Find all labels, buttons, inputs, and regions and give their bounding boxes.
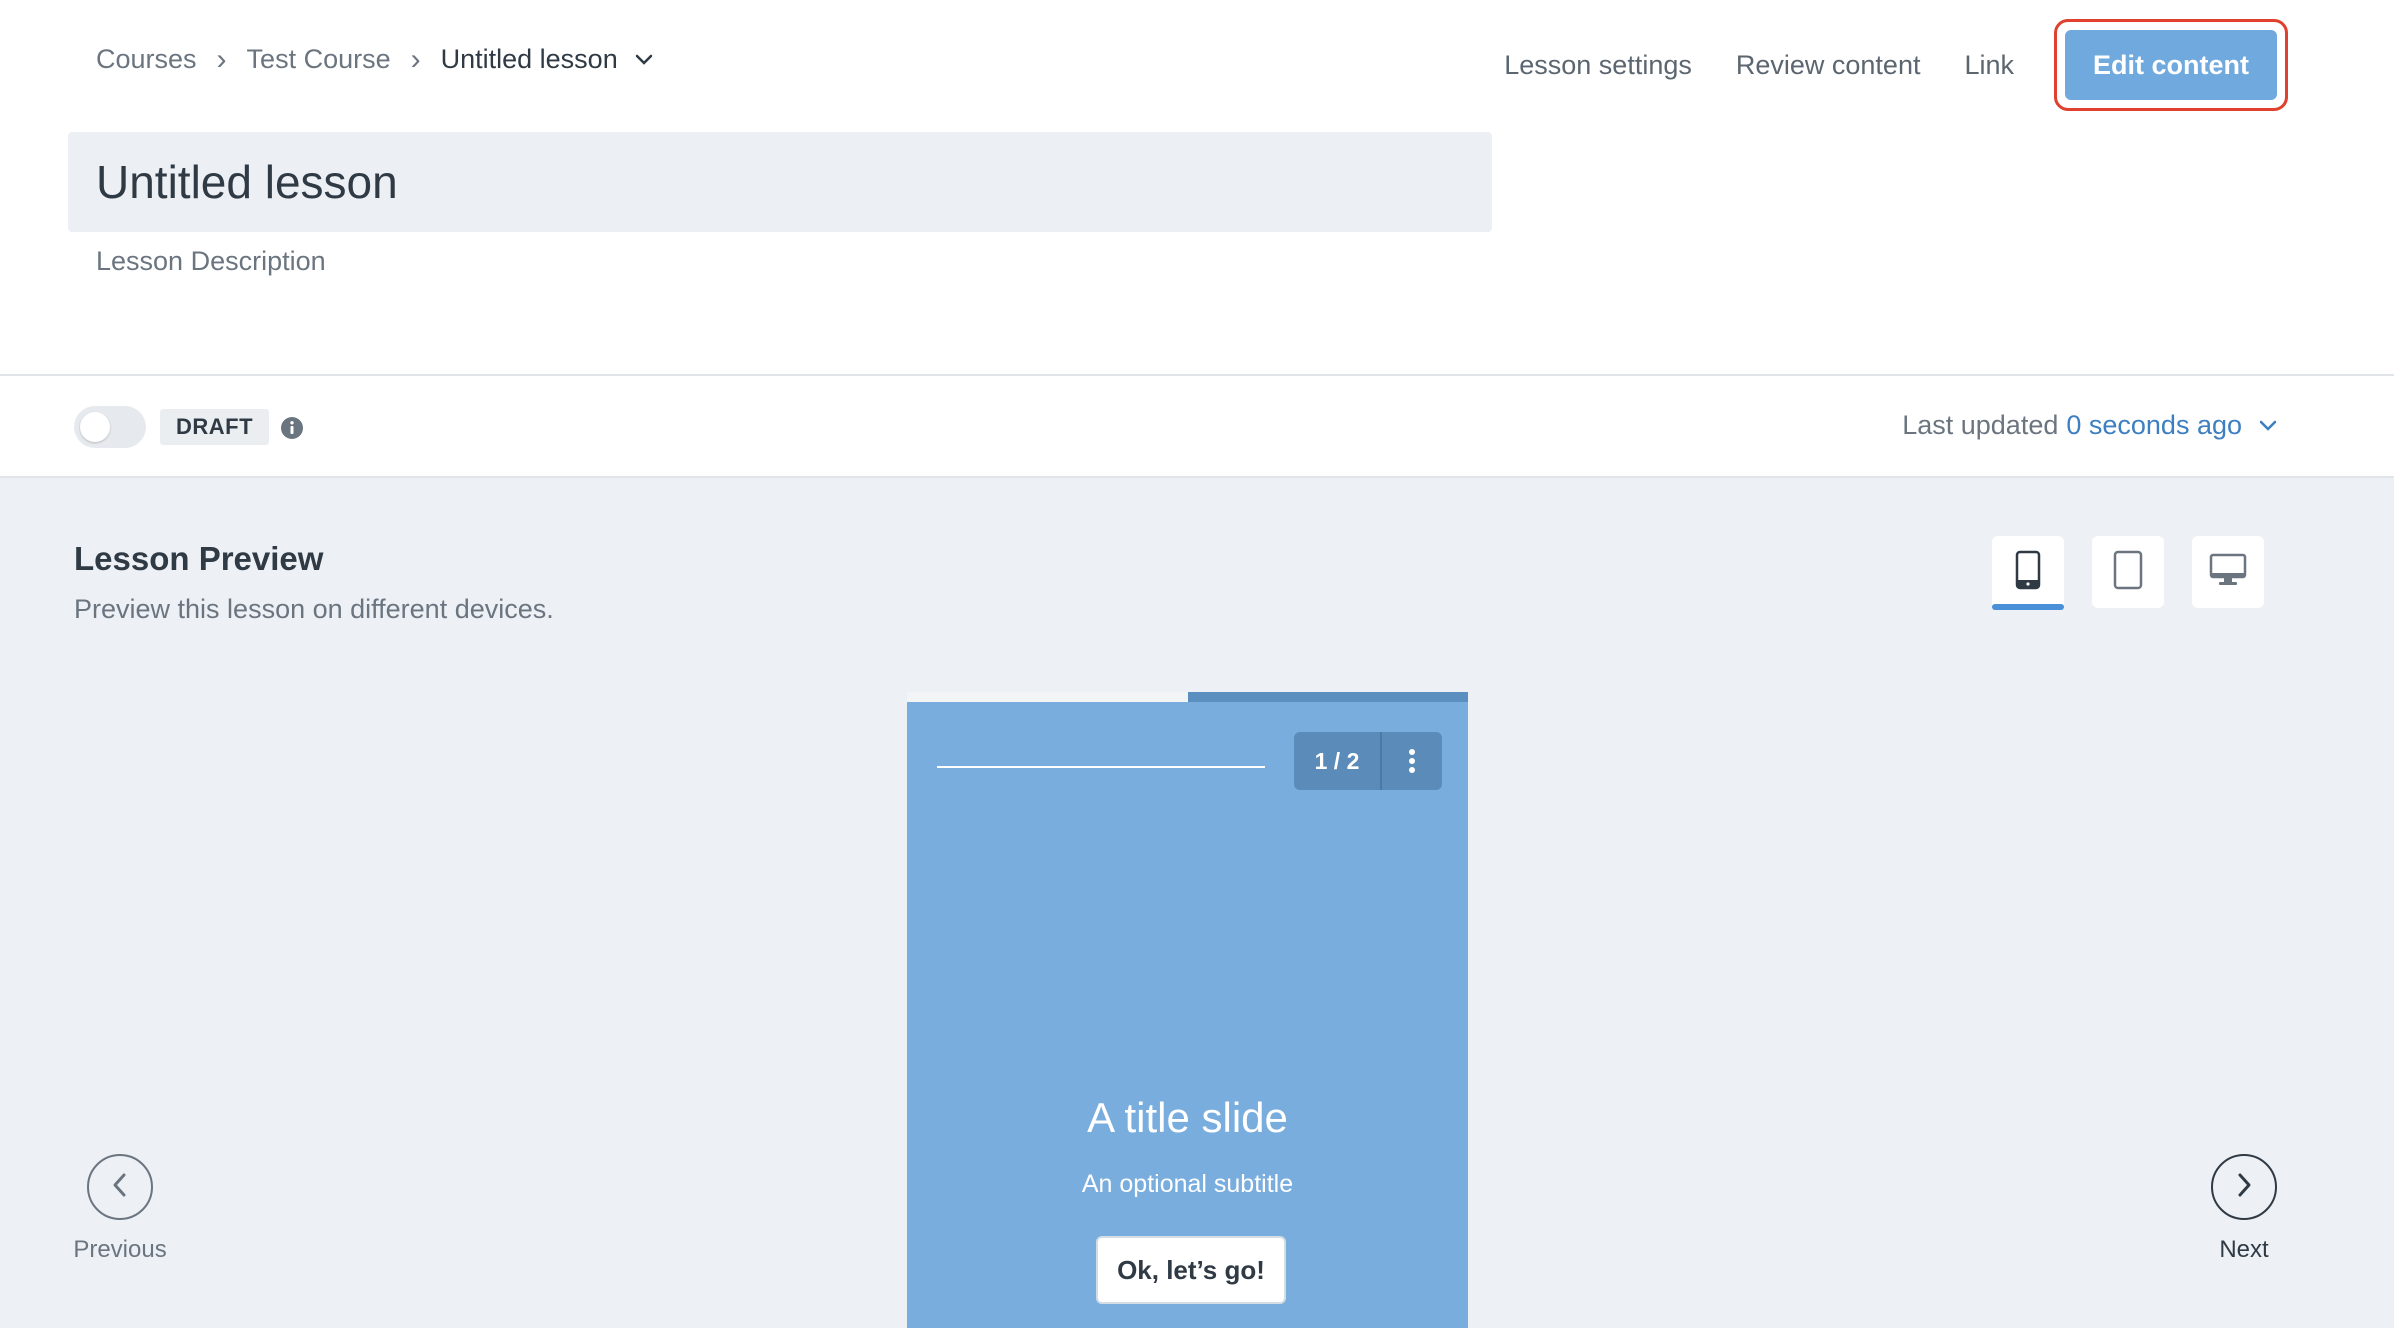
slide-counter: 1 / 2	[1294, 732, 1382, 790]
last-updated-label: Last updated	[1902, 410, 2059, 440]
next-label: Next	[2219, 1236, 2269, 1263]
lesson-description-field[interactable]: Lesson Description	[96, 246, 326, 277]
breadcrumb: Courses › Test Course › Untitled lesson	[96, 44, 654, 75]
next-button[interactable]	[2211, 1154, 2277, 1220]
device-tablet-button[interactable]	[2092, 536, 2164, 608]
review-content-link[interactable]: Review content	[1736, 50, 1921, 81]
slide-title: A title slide	[1087, 1094, 1288, 1141]
chevron-right-icon: ›	[216, 42, 227, 76]
last-updated-value[interactable]: 0 seconds ago	[2066, 410, 2242, 441]
device-desktop-button[interactable]	[2192, 536, 2264, 608]
breadcrumb-courses[interactable]: Courses	[96, 44, 197, 75]
slide-controls: 1 / 2	[1294, 732, 1442, 790]
phone-preview-frame: 1 / 2 A title slide An optional subtitle…	[907, 692, 1468, 1328]
edit-content-highlight: Edit content	[2054, 19, 2288, 111]
next-slide: Next	[2184, 1154, 2304, 1264]
breadcrumb-test-course[interactable]: Test Course	[247, 44, 391, 75]
share-link[interactable]: Link	[1964, 50, 2014, 81]
breadcrumb-current-lesson: Untitled lesson	[440, 44, 618, 74]
desktop-icon	[2209, 553, 2247, 592]
slide-progress-bar	[907, 692, 1468, 702]
chevron-right-icon	[2235, 1172, 2253, 1203]
last-updated: Last updated 0 seconds ago	[1902, 410, 2278, 441]
slide-header-line	[937, 766, 1265, 768]
preview-subtitle: Preview this lesson on different devices…	[74, 594, 554, 624]
status-badge: DRAFT	[160, 409, 270, 445]
slide-subtitle: An optional subtitle	[1081, 1170, 1294, 1198]
lesson-title-field[interactable]: Untitled lesson	[68, 132, 1492, 232]
lesson-editor-page: Courses › Test Course › Untitled lesson …	[0, 0, 2394, 1328]
slide-progress-fill	[907, 692, 1188, 702]
more-options-icon[interactable]	[1382, 732, 1442, 790]
device-switcher	[1992, 536, 2264, 610]
previous-button[interactable]	[87, 1154, 153, 1220]
status-bar: DRAFT Last updated 0 seconds ago	[0, 374, 2394, 478]
chevron-right-icon: ›	[410, 42, 421, 76]
chevron-left-icon	[111, 1172, 129, 1203]
edit-content-button[interactable]: Edit content	[2065, 30, 2277, 100]
publish-toggle[interactable]	[74, 406, 146, 448]
chevron-down-icon[interactable]	[2258, 419, 2278, 433]
lesson-settings-link[interactable]: Lesson settings	[1504, 50, 1692, 81]
phone-icon	[2015, 550, 2041, 595]
lesson-preview-panel: Lesson Preview Preview this lesson on di…	[0, 478, 2394, 1328]
header-actions: Lesson settings Review content Link Edit…	[1504, 19, 2288, 111]
top-bar: Courses › Test Course › Untitled lesson …	[0, 0, 2394, 128]
device-phone-button[interactable]	[1992, 536, 2064, 610]
start-lesson-button[interactable]: Ok, let’s go!	[1096, 1236, 1286, 1304]
tablet-icon	[2113, 550, 2143, 595]
previous-label: Previous	[73, 1236, 167, 1263]
info-icon[interactable]	[280, 416, 304, 440]
preview-title: Lesson Preview	[74, 540, 324, 577]
toggle-knob	[80, 412, 110, 442]
chevron-down-icon[interactable]	[634, 53, 654, 67]
previous-slide: Previous	[60, 1154, 180, 1264]
